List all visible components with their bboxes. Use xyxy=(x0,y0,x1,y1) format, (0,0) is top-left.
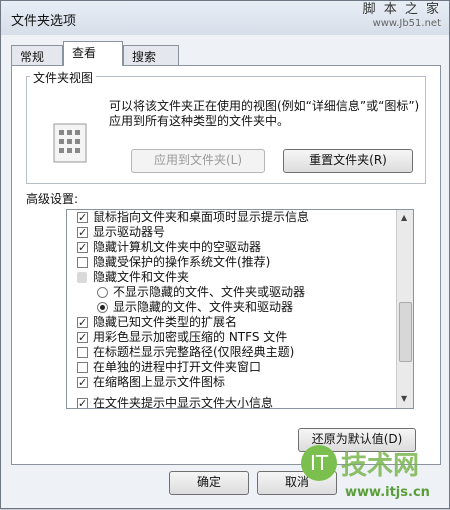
folder-views-group: 可以将该文件夹正在使用的视图(例如“详细信息”或“图标”)应用到所有这种类型的文… xyxy=(26,76,426,184)
scroll-up-icon[interactable]: ▲ xyxy=(401,213,407,222)
checkbox[interactable] xyxy=(77,257,88,268)
advanced-settings-label: 高级设置: xyxy=(26,192,79,206)
watermark-top-text: 脚 本 之 家 xyxy=(362,2,441,17)
checkbox[interactable] xyxy=(77,315,88,330)
vertical-scrollbar[interactable]: ▲ ▼ xyxy=(396,210,413,408)
view-tab-panel: 可以将该文件夹正在使用的视图(例如“详细信息”或“图标”)应用到所有这种类型的文… xyxy=(11,65,441,465)
list-item-label: 在缩略图上显示文件图标 xyxy=(93,375,226,389)
watermark-logo-text: 技术网 xyxy=(341,451,420,481)
advanced-settings-list[interactable]: 鼠标指向文件夹和桌面项时显示提示信息 显示驱动器号 隐藏计算机文件夹中的空驱动器… xyxy=(66,209,414,409)
list-item-label: 隐藏文件和文件夹 xyxy=(93,270,190,284)
folder-options-window: 文件夹选项 脚 本 之 家 www.Jb51.net 常规 查看 搜索 可以将该… xyxy=(0,0,450,509)
radio-button[interactable] xyxy=(97,302,108,313)
checkbox[interactable] xyxy=(77,240,88,255)
list-item-label: 在单独的进程中打开文件夹窗口 xyxy=(93,360,262,374)
title-bar: 文件夹选项 脚 本 之 家 www.Jb51.net xyxy=(1,1,449,35)
radio-button[interactable] xyxy=(97,287,108,298)
tab-general[interactable]: 常规 xyxy=(11,45,63,65)
tab-view[interactable]: 查看 xyxy=(63,41,123,66)
checkbox[interactable] xyxy=(77,347,88,358)
list-item-label: 隐藏受保护的操作系统文件(推荐) xyxy=(93,255,271,269)
scroll-thumb[interactable] xyxy=(399,302,412,362)
list-item-label: 隐藏计算机文件夹中的空驱动器 xyxy=(93,240,262,254)
list-item-label: 不显示隐藏的文件、文件夹或驱动器 xyxy=(113,285,306,299)
folder-views-title: 文件夹视图 xyxy=(30,69,97,86)
checkbox[interactable] xyxy=(77,210,88,225)
window-title: 文件夹选项 xyxy=(11,14,77,29)
watermark-top-url: www.Jb51.net xyxy=(372,18,441,29)
folder-icon xyxy=(77,272,87,283)
list-item-label: 显示驱动器号 xyxy=(93,225,166,239)
list-item-label: 用彩色显示加密或压缩的 NTFS 文件 xyxy=(93,330,288,344)
watermark-logo-mark: IT xyxy=(301,445,337,481)
checkbox[interactable] xyxy=(77,330,88,345)
folder-view-icon xyxy=(53,123,87,163)
apply-to-folders-button[interactable]: 应用到文件夹(L) xyxy=(131,149,265,173)
list-item-label: 在文件夹提示中显示文件大小信息 xyxy=(93,396,274,409)
list-item-label: 隐藏已知文件类型的扩展名 xyxy=(93,315,238,329)
checkbox[interactable] xyxy=(77,375,88,390)
watermark-top: 脚 本 之 家 www.Jb51.net xyxy=(363,3,441,31)
list-item-label: 在标题栏显示完整路径(仅限经典主题) xyxy=(93,345,295,359)
list-item-label: 鼠标指向文件夹和桌面项时显示提示信息 xyxy=(93,210,310,224)
checkbox[interactable] xyxy=(77,396,88,408)
reset-folders-button[interactable]: 重置文件夹(R) xyxy=(283,149,413,173)
watermark-logo: IT 技术网 www.itjs.cn xyxy=(301,441,450,510)
folder-views-description: 可以将该文件夹正在使用的视图(例如“详细信息”或“图标”)应用到所有这种类型的文… xyxy=(109,99,420,128)
watermark-logo-url: www.itjs.cn xyxy=(345,485,430,500)
checkbox[interactable] xyxy=(77,225,88,240)
ok-button[interactable]: 确定 xyxy=(169,471,249,495)
tab-search[interactable]: 搜索 xyxy=(123,45,179,65)
checkbox[interactable] xyxy=(77,362,88,373)
scroll-down-icon[interactable]: ▼ xyxy=(401,394,407,403)
list-item-label: 显示隐藏的文件、文件夹和驱动器 xyxy=(113,300,294,314)
